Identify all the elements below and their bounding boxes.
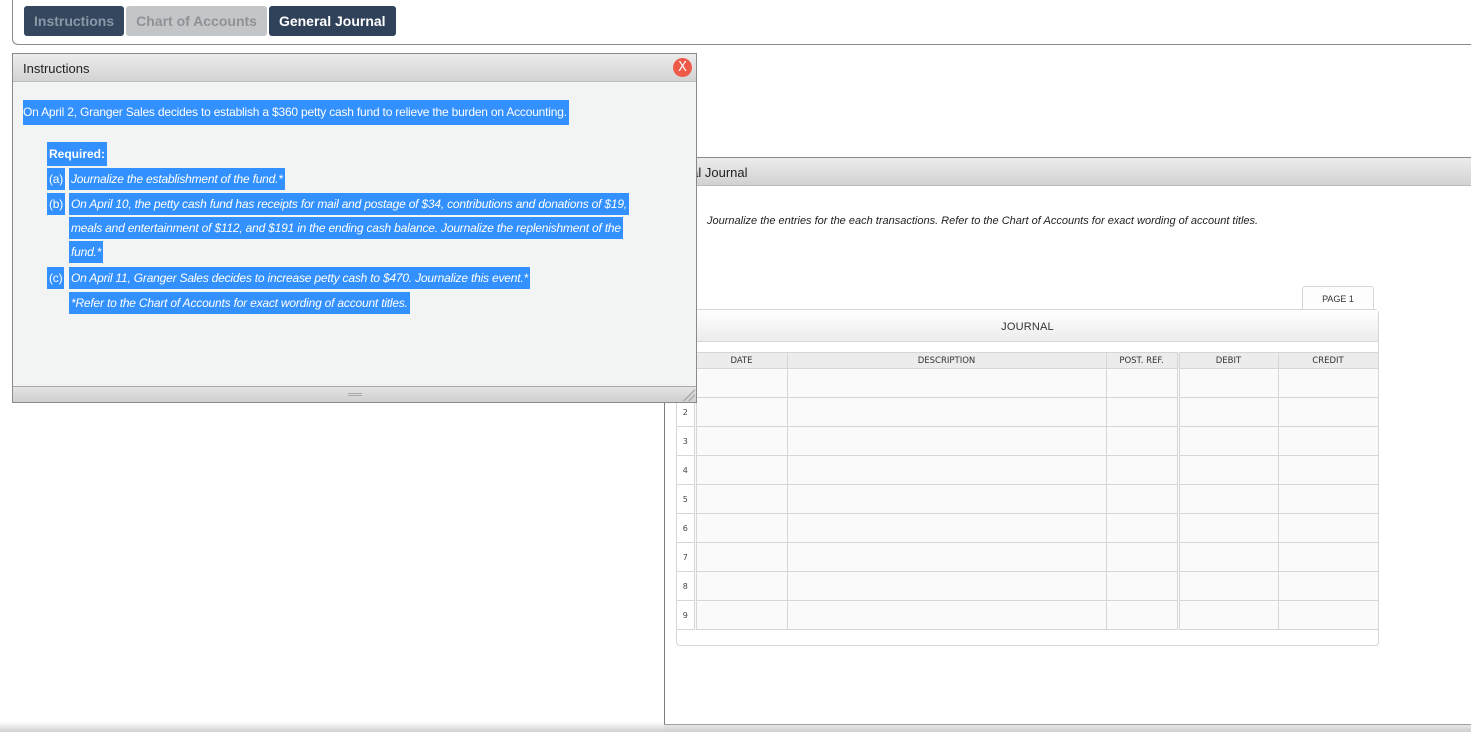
credit-cell[interactable]: [1278, 397, 1379, 427]
post-ref-cell[interactable]: [1106, 455, 1180, 485]
date-cell[interactable]: [695, 368, 788, 398]
journal-instructions-text: Journalize the entries for the each tran…: [707, 215, 1259, 227]
debit-cell[interactable]: [1178, 397, 1279, 427]
requirement-letter: (b): [47, 193, 66, 215]
requirement-text: fund.*: [69, 241, 104, 263]
requirement-text: Journalize the establishment of the fund…: [69, 168, 285, 190]
dialog-titlebar[interactable]: Instructions X: [13, 54, 696, 82]
debit-cell[interactable]: [1178, 368, 1279, 398]
post-ref-cell[interactable]: [1106, 484, 1180, 514]
row-number: 4: [677, 455, 697, 485]
general-journal-titlebar[interactable]: General Journal: [665, 158, 1471, 186]
credit-cell[interactable]: [1278, 542, 1379, 572]
journal-row: 5: [677, 484, 1379, 514]
journal-panel: JOURNAL DATE DESCRIPTION POST. REF. DEBI…: [676, 309, 1379, 646]
post-ref-cell[interactable]: [1106, 571, 1180, 601]
tab-chart-of-accounts[interactable]: Chart of Accounts: [126, 6, 267, 36]
credit-cell[interactable]: [1278, 455, 1379, 485]
bottom-scroll-area-left: [0, 722, 664, 732]
journal-row: 6: [677, 513, 1379, 543]
row-number: 6: [677, 513, 697, 543]
description-cell[interactable]: [787, 571, 1107, 601]
description-cell[interactable]: [787, 426, 1107, 456]
requirement-letter: (c): [47, 267, 65, 289]
journal-title: JOURNAL: [677, 310, 1378, 342]
resize-handle-icon[interactable]: [683, 389, 695, 401]
post-ref-cell[interactable]: [1106, 368, 1180, 398]
date-cell[interactable]: [695, 426, 788, 456]
instructions-dialog: Instructions X On April 2, Granger Sales…: [12, 53, 697, 403]
credit-cell[interactable]: [1278, 368, 1379, 398]
column-header-description: DESCRIPTION: [787, 352, 1107, 369]
general-journal-window: General Journal Journalize the entries f…: [664, 157, 1471, 729]
close-button[interactable]: X: [673, 58, 692, 77]
credit-cell[interactable]: [1278, 571, 1379, 601]
journal-row: 4: [677, 455, 1379, 485]
description-cell[interactable]: [787, 368, 1107, 398]
column-header-debit: DEBIT: [1178, 352, 1279, 369]
column-header-credit: CREDIT: [1278, 352, 1379, 369]
requirement-text: On April 11, Granger Sales decides to in…: [69, 267, 530, 289]
description-cell[interactable]: [787, 513, 1107, 543]
close-icon: X: [678, 60, 687, 75]
debit-cell[interactable]: [1178, 600, 1279, 630]
post-ref-cell[interactable]: [1106, 600, 1180, 630]
column-header-date: DATE: [695, 352, 788, 369]
date-cell[interactable]: [695, 513, 788, 543]
bottom-scroll-area-right: [664, 724, 1471, 732]
page-1-tab[interactable]: PAGE 1: [1302, 286, 1374, 310]
date-cell[interactable]: [695, 542, 788, 572]
description-cell[interactable]: [787, 397, 1107, 427]
debit-cell[interactable]: [1178, 571, 1279, 601]
date-cell[interactable]: [695, 484, 788, 514]
debit-cell[interactable]: [1178, 513, 1279, 543]
requirement-text: On April 10, the petty cash fund has rec…: [69, 193, 629, 215]
tab-instructions[interactable]: Instructions: [24, 6, 125, 36]
credit-cell[interactable]: [1278, 484, 1379, 514]
journal-row: 2: [677, 397, 1379, 427]
dialog-title: Instructions: [23, 61, 90, 76]
journal-header-row: DATE DESCRIPTION POST. REF. DEBIT CREDIT: [677, 352, 1379, 369]
journal-row: 3: [677, 426, 1379, 456]
date-cell[interactable]: [695, 397, 788, 427]
row-number: 8: [677, 571, 697, 601]
post-ref-cell[interactable]: [1106, 397, 1180, 427]
debit-cell[interactable]: [1178, 542, 1279, 572]
row-number: 3: [677, 426, 697, 456]
journal-row: 9: [677, 600, 1379, 630]
date-cell[interactable]: [695, 455, 788, 485]
drag-grip-icon[interactable]: [347, 393, 362, 396]
row-number: 7: [677, 542, 697, 572]
date-cell[interactable]: [695, 571, 788, 601]
dialog-footer: [13, 386, 696, 402]
journal-row: 7: [677, 542, 1379, 572]
tab-general-journal[interactable]: General Journal: [268, 6, 396, 36]
column-header-post-ref: POST. REF.: [1106, 352, 1180, 369]
requirement-text: meals and entertainment of $112, and $19…: [69, 217, 623, 239]
debit-cell[interactable]: [1178, 426, 1279, 456]
journal-row: 1: [677, 368, 1379, 398]
description-cell[interactable]: [787, 484, 1107, 514]
description-cell[interactable]: [787, 600, 1107, 630]
requirement-letter: (a): [47, 168, 66, 190]
post-ref-cell[interactable]: [1106, 542, 1180, 572]
description-cell[interactable]: [787, 455, 1107, 485]
credit-cell[interactable]: [1278, 513, 1379, 543]
intro-text: On April 2, Granger Sales decides to est…: [23, 100, 569, 125]
tab-list: Instructions Chart of Accounts General J…: [24, 6, 396, 36]
post-ref-cell[interactable]: [1106, 513, 1180, 543]
footnote-text: *Refer to the Chart of Accounts for exac…: [69, 292, 410, 314]
credit-cell[interactable]: [1278, 426, 1379, 456]
credit-cell[interactable]: [1278, 600, 1379, 630]
row-number: 9: [677, 600, 697, 630]
debit-cell[interactable]: [1178, 455, 1279, 485]
journal-row: 8: [677, 571, 1379, 601]
description-cell[interactable]: [787, 542, 1107, 572]
post-ref-cell[interactable]: [1106, 426, 1180, 456]
debit-cell[interactable]: [1178, 484, 1279, 514]
date-cell[interactable]: [695, 600, 788, 630]
required-label: Required:: [47, 142, 108, 166]
journal-table: DATE DESCRIPTION POST. REF. DEBIT CREDIT…: [677, 352, 1379, 630]
row-number: 5: [677, 484, 697, 514]
